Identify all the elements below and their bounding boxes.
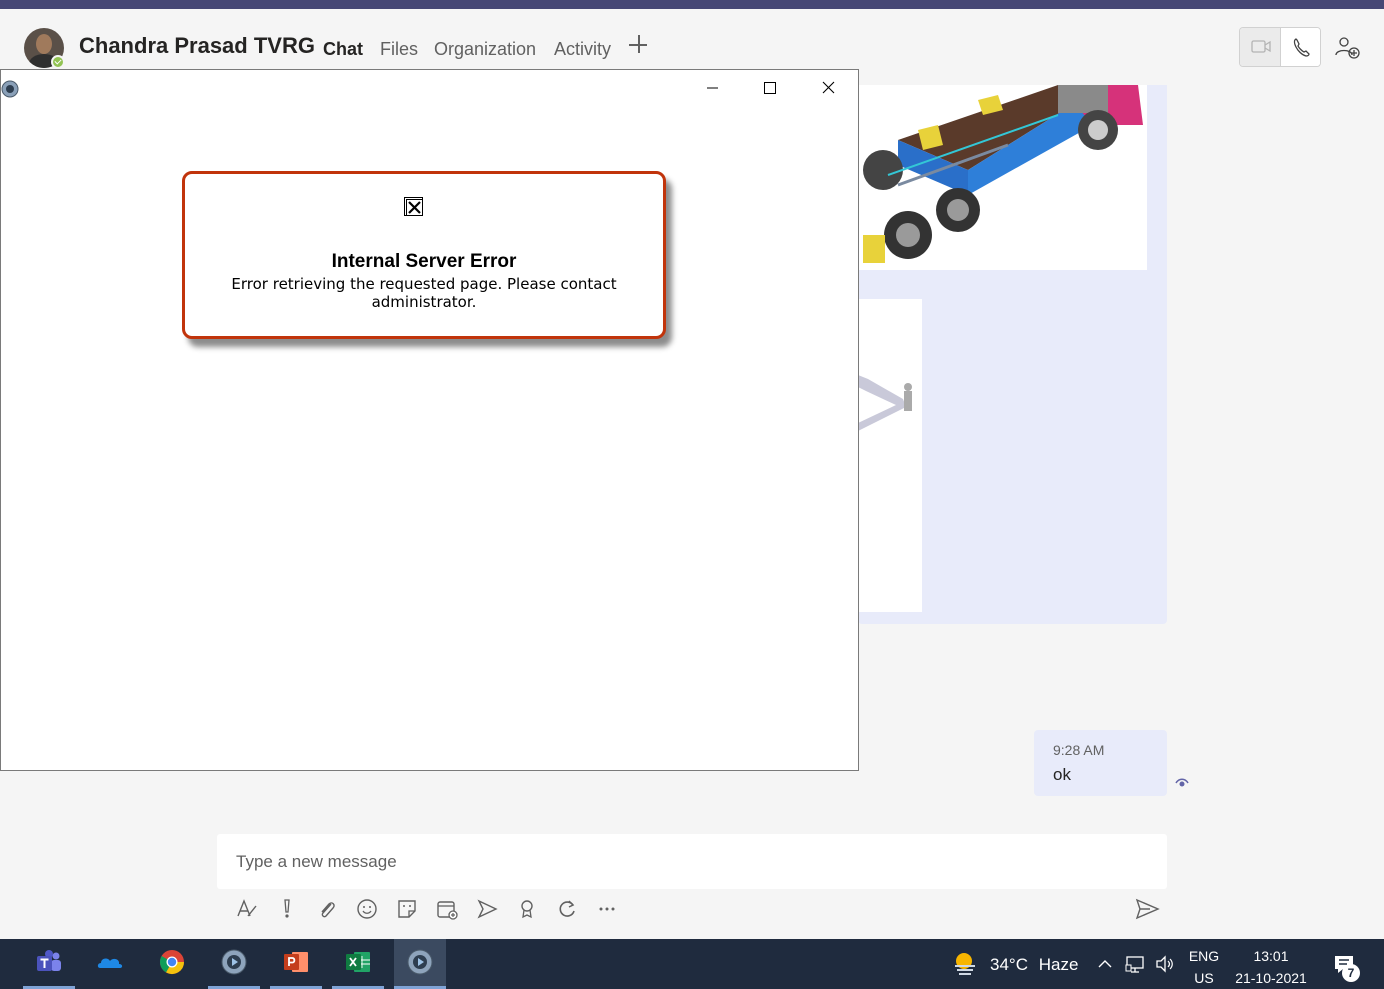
taskbar-media-player[interactable] xyxy=(208,939,260,989)
video-camera-icon xyxy=(1251,40,1271,53)
taskbar-onedrive[interactable] xyxy=(84,939,136,989)
weather-haze-icon xyxy=(955,953,975,975)
important-icon[interactable] xyxy=(274,896,300,922)
excel-icon xyxy=(346,952,370,972)
close-button[interactable] xyxy=(799,70,857,106)
send-button[interactable] xyxy=(1133,896,1161,922)
error-dialog: Internal Server Error Error retrieving t… xyxy=(182,171,666,339)
app-window-icon xyxy=(1,80,19,98)
clock-date: 21-10-2021 xyxy=(1235,970,1307,986)
notification-count-badge: 7 xyxy=(1342,964,1360,982)
sent-message-bubble[interactable]: 9:28 AM ok xyxy=(1034,730,1167,796)
schedule-meeting-icon[interactable] xyxy=(434,896,460,922)
media-player-icon xyxy=(221,949,247,975)
taskbar-chrome[interactable] xyxy=(146,939,198,989)
taskbar-excel[interactable] xyxy=(332,939,384,989)
audio-call-button[interactable] xyxy=(1281,28,1320,66)
video-call-button[interactable] xyxy=(1240,28,1281,66)
input-language[interactable]: ENG US xyxy=(1188,945,1220,989)
chrome-icon xyxy=(159,950,184,975)
read-receipt-eye-icon xyxy=(1174,775,1190,791)
volume-icon[interactable] xyxy=(1154,953,1176,975)
powerpoint-icon xyxy=(284,952,308,972)
network-icon[interactable] xyxy=(1125,953,1147,975)
tab-chat[interactable]: Chat xyxy=(323,39,363,60)
popup-window: Internal Server Error Error retrieving t… xyxy=(0,69,859,771)
sticker-icon[interactable] xyxy=(394,896,420,922)
media-player-icon xyxy=(407,949,433,975)
add-people-icon xyxy=(1335,37,1360,59)
more-icon[interactable] xyxy=(594,896,620,922)
weather-temperature: 34°C xyxy=(990,955,1028,974)
attach-icon[interactable] xyxy=(314,896,340,922)
onedrive-icon xyxy=(97,958,123,968)
truck-model-image[interactable] xyxy=(858,85,1147,270)
phone-icon xyxy=(1293,38,1310,57)
truck-chassis-illustration xyxy=(858,85,1147,270)
taskbar-teams[interactable] xyxy=(23,939,75,989)
taskbar-media-player-active[interactable] xyxy=(394,939,446,989)
chevron-up-icon[interactable] xyxy=(1096,955,1114,973)
minimize-icon xyxy=(707,87,718,89)
praise-icon[interactable] xyxy=(514,896,540,922)
tab-files[interactable]: Files xyxy=(380,39,418,60)
format-icon[interactable] xyxy=(234,896,260,922)
error-title: Internal Server Error xyxy=(331,251,517,272)
app-top-bar xyxy=(0,0,1384,9)
keyboard-region: US xyxy=(1194,970,1214,986)
maximize-button[interactable] xyxy=(741,70,799,106)
windows-taskbar: 34°C Haze ENG US 13:01 21-10-2021 7 xyxy=(0,939,1384,989)
message-text: ok xyxy=(1053,765,1071,784)
weather-widget[interactable]: 34°C Haze xyxy=(990,955,1078,975)
frame-model-image[interactable] xyxy=(858,299,922,612)
teams-icon xyxy=(37,950,61,971)
tab-activity[interactable]: Activity xyxy=(554,39,611,60)
add-tab-plus-icon[interactable] xyxy=(628,33,650,55)
weather-description: Haze xyxy=(1038,955,1079,974)
send-icon xyxy=(1135,898,1160,920)
tab-organization[interactable]: Organization xyxy=(434,39,536,60)
clock-time: 13:01 xyxy=(1253,948,1289,964)
presence-available-icon xyxy=(51,55,65,69)
broken-image-icon xyxy=(404,197,423,216)
maximize-icon xyxy=(764,82,776,94)
contact-name: Chandra Prasad TVRG xyxy=(79,33,315,58)
add-people-button[interactable] xyxy=(1333,33,1363,63)
minimize-button[interactable] xyxy=(683,70,741,106)
taskbar-powerpoint[interactable] xyxy=(270,939,322,989)
frame-illustration xyxy=(858,299,922,612)
system-clock[interactable]: 13:01 21-10-2021 xyxy=(1228,945,1314,989)
call-button-group xyxy=(1239,27,1321,67)
compose-box xyxy=(217,834,1167,889)
close-icon xyxy=(822,81,835,94)
language-code: ENG xyxy=(1188,948,1220,964)
stream-icon[interactable] xyxy=(474,896,500,922)
message-timestamp: 9:28 AM xyxy=(1053,742,1105,758)
error-message: Error retrieving the requested page. Ple… xyxy=(231,275,617,311)
loop-icon[interactable] xyxy=(554,896,580,922)
message-input[interactable] xyxy=(217,834,1167,889)
emoji-icon[interactable] xyxy=(354,896,380,922)
